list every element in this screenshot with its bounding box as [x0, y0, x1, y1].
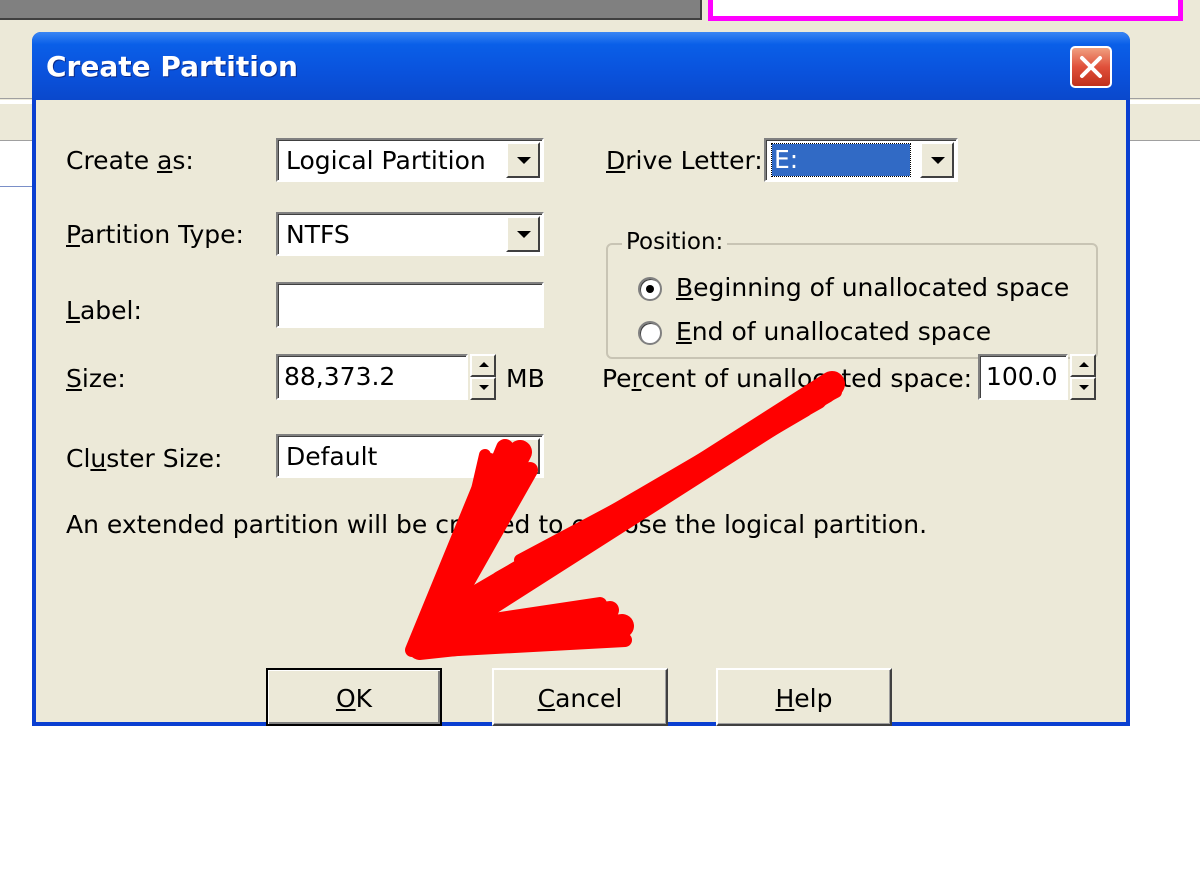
volume-label-input[interactable] [276, 282, 544, 328]
drive-letter-dropdown[interactable]: E: [764, 138, 958, 182]
help-button[interactable]: Help [716, 668, 892, 726]
close-icon [1080, 56, 1102, 78]
radio-end[interactable] [638, 321, 662, 345]
background-gray-panel [0, 0, 702, 20]
partition-type-label: Partition Type: [66, 220, 244, 249]
cancel-button[interactable]: Cancel [492, 668, 668, 726]
cluster-size-value: Default [286, 442, 378, 471]
chevron-down-icon[interactable] [506, 216, 540, 252]
partition-type-dropdown[interactable]: NTFS [276, 212, 544, 256]
close-button[interactable] [1070, 46, 1112, 88]
size-unit: MB [506, 364, 545, 393]
percent-spinner[interactable] [1070, 354, 1096, 400]
drive-letter-value: E: [774, 145, 799, 174]
radio-beginning[interactable] [638, 277, 662, 301]
chevron-down-icon[interactable] [506, 438, 540, 474]
size-value: 88,373.2 [284, 362, 396, 391]
background-highlight-panel [708, 0, 1183, 21]
position-group: Position: Beginning of unallocated space… [606, 229, 1098, 359]
radio-selected-dot [646, 285, 654, 293]
size-label: Size: [66, 364, 126, 393]
volume-label-label: Label: [66, 296, 142, 325]
ok-button[interactable]: OK [266, 668, 442, 726]
dialog-body: Create as: Logical Partition Partition T… [36, 100, 1126, 726]
ok-button-label: OK [335, 684, 373, 713]
spinner-up-icon[interactable] [1070, 354, 1096, 377]
create-partition-dialog: Create Partition Create as: Logical Part… [32, 32, 1130, 726]
spinner-down-icon[interactable] [470, 377, 496, 400]
drive-letter-selection: E: [771, 143, 911, 177]
percent-label: Percent of unallocated space: [602, 364, 973, 393]
radio-end-label[interactable]: End of unallocated space [676, 317, 991, 346]
info-text: An extended partition will be created to… [66, 510, 928, 539]
partition-type-value: NTFS [286, 220, 350, 249]
cluster-size-dropdown[interactable]: Default [276, 434, 544, 478]
title-bar[interactable]: Create Partition [32, 32, 1130, 100]
chevron-down-icon[interactable] [920, 142, 954, 178]
size-input[interactable]: 88,373.2 [276, 354, 468, 400]
create-as-value: Logical Partition [286, 146, 486, 175]
create-as-dropdown[interactable]: Logical Partition [276, 138, 544, 182]
create-as-label: Create as: [66, 146, 194, 175]
size-spinner[interactable] [470, 354, 496, 400]
help-button-label: Help [775, 684, 833, 713]
percent-input[interactable]: 100.0 [978, 354, 1068, 400]
radio-beginning-label[interactable]: Beginning of unallocated space [676, 273, 1069, 302]
cancel-button-label: Cancel [537, 684, 623, 713]
drive-letter-label: Drive Letter: [606, 146, 763, 175]
cluster-size-label: Cluster Size: [66, 444, 223, 473]
spinner-up-icon[interactable] [470, 354, 496, 377]
percent-value: 100.0 [986, 362, 1058, 391]
dialog-title: Create Partition [46, 50, 298, 83]
spinner-down-icon[interactable] [1070, 377, 1096, 400]
position-group-title: Position: [622, 229, 728, 255]
chevron-down-icon[interactable] [506, 142, 540, 178]
